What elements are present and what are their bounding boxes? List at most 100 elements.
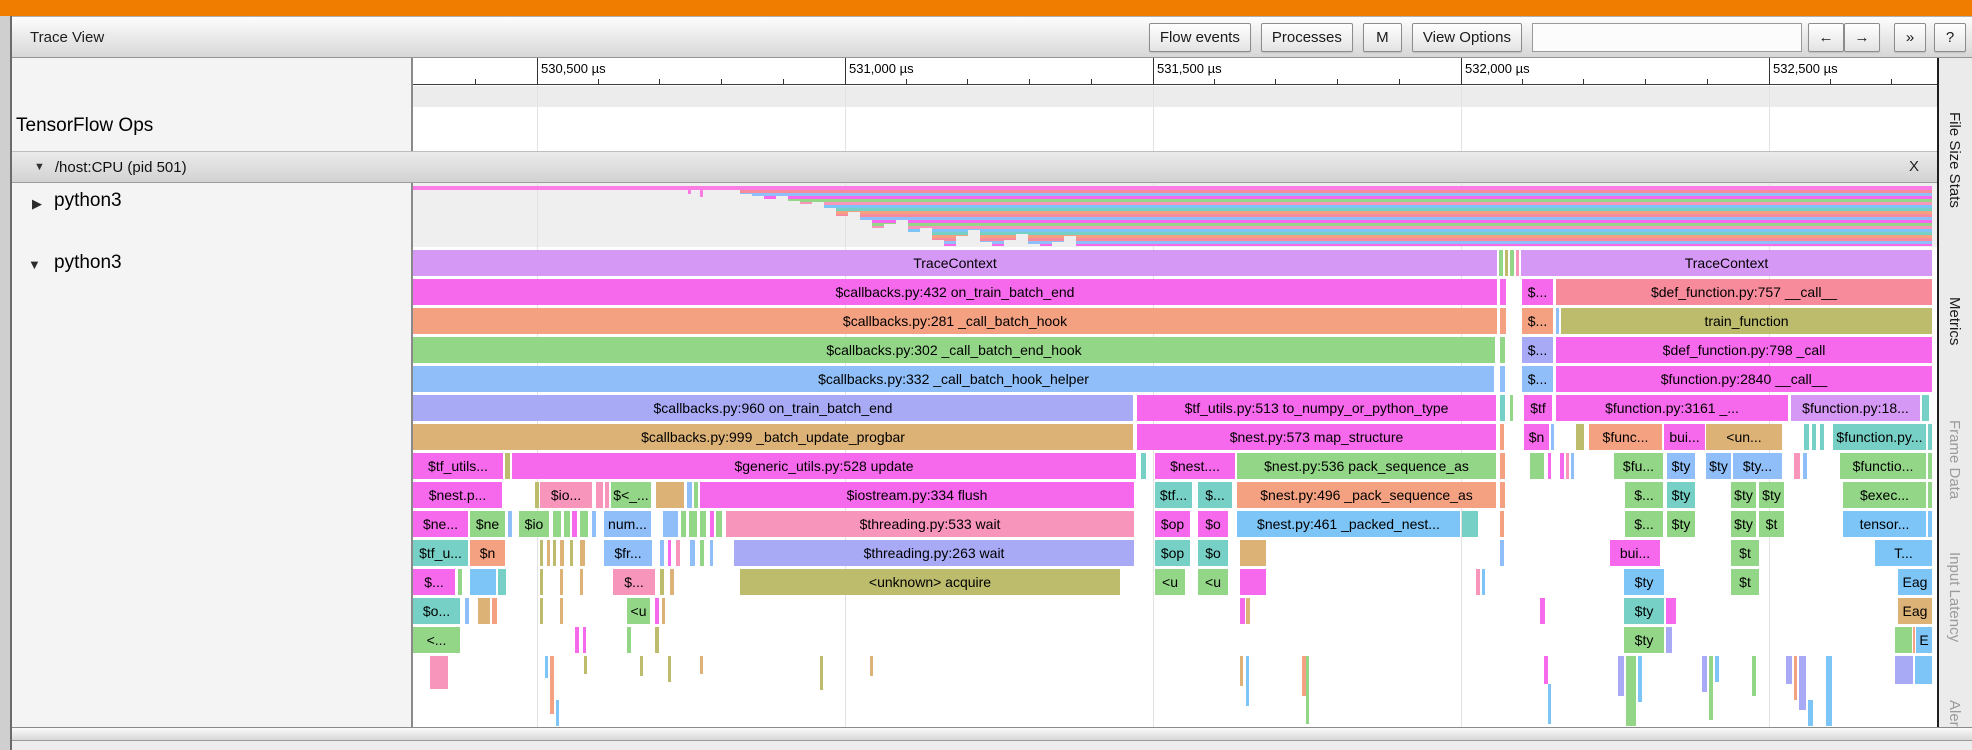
flame-segment[interactable] (465, 598, 469, 624)
flame-segment[interactable] (660, 569, 664, 595)
tab-file-size-stats[interactable]: File Size Stats (1946, 112, 1963, 208)
flame-segment[interactable]: $ne... (413, 511, 468, 537)
flame-segment[interactable] (1500, 511, 1504, 537)
flame-segment[interactable]: <... (413, 627, 460, 653)
flame-segment[interactable] (1482, 569, 1485, 595)
flame-segment[interactable] (540, 598, 543, 624)
flame-segment[interactable] (662, 598, 665, 624)
flame-segment[interactable]: bui... (1664, 424, 1705, 450)
flame-segment[interactable]: $ty (1624, 627, 1664, 653)
flame-segment[interactable] (580, 511, 588, 537)
flame-tail-bar[interactable] (430, 656, 448, 689)
view-options-button[interactable]: View Options (1411, 22, 1522, 52)
flame-segment[interactable] (1560, 453, 1564, 479)
flame-segment[interactable]: $io... (540, 482, 592, 508)
flame-segment[interactable] (1812, 424, 1816, 450)
flame-segment[interactable]: $nest.py:461 _packed_nest... (1237, 511, 1460, 537)
flame-tail-bar[interactable] (1715, 656, 1719, 682)
find-next-button[interactable]: → (1844, 22, 1880, 52)
flame-segment[interactable] (1803, 453, 1807, 479)
flame-segment[interactable] (470, 569, 496, 595)
flame-segment[interactable]: $op (1155, 511, 1190, 537)
flame-segment[interactable]: $callbacks.py:999 _batch_update_progbar (413, 424, 1133, 450)
flame-segment[interactable]: $function.py... (1833, 424, 1926, 450)
flame-segment[interactable]: $fu... (1614, 453, 1663, 479)
tab-input-latency[interactable]: Input Latency (1946, 552, 1963, 642)
flame-segment[interactable] (583, 627, 586, 653)
flame-segment[interactable] (1240, 540, 1266, 566)
flame-tail-bar[interactable] (1240, 656, 1243, 686)
flame-segment[interactable]: $... (1522, 366, 1553, 392)
flame-tail-bar[interactable] (1709, 656, 1713, 720)
flame-segment[interactable]: $callbacks.py:960 on_train_batch_end (413, 395, 1133, 421)
flame-segment[interactable]: $... (1625, 511, 1663, 537)
close-process-button[interactable]: X (1909, 158, 1919, 175)
flame-segment[interactable]: $... (1522, 337, 1553, 363)
flame-tail-bar[interactable] (556, 700, 559, 726)
flame-segment[interactable]: $ty (1759, 482, 1784, 508)
flame-segment[interactable]: T... (1875, 540, 1932, 566)
flame-segment[interactable] (1928, 482, 1932, 508)
flame-segment[interactable]: $t (1759, 511, 1784, 537)
flame-segment[interactable]: Eag (1898, 569, 1932, 595)
flame-tail-bar[interactable] (1548, 684, 1551, 724)
flame-segment[interactable] (505, 453, 510, 479)
flame-segment[interactable] (1551, 424, 1554, 450)
flame-segment[interactable]: $... (613, 569, 655, 595)
flame-segment[interactable]: <unknown> acquire (740, 569, 1120, 595)
flame-segment[interactable]: $iostream.py:334 flush (700, 482, 1134, 508)
flame-segment[interactable] (1500, 395, 1505, 421)
flame-segment[interactable]: $op (1155, 540, 1190, 566)
flame-tail-bar[interactable] (640, 656, 643, 676)
flame-segment[interactable]: $nest.... (1155, 453, 1235, 479)
flame-segment[interactable] (1476, 569, 1480, 595)
flame-segment[interactable]: $tf_u... (413, 540, 468, 566)
flame-segment[interactable]: $generic_utils.py:528 update (512, 453, 1136, 479)
flame-segment[interactable]: $threading.py:263 wait (734, 540, 1134, 566)
flame-tail-bar[interactable] (584, 656, 587, 674)
flame-segment[interactable]: $o (1198, 511, 1228, 537)
flame-segment[interactable]: $ty (1624, 598, 1664, 624)
flame-segment[interactable]: $... (1198, 482, 1232, 508)
flame-segment[interactable] (1928, 511, 1932, 537)
flame-segment[interactable] (1500, 308, 1506, 334)
flame-segment[interactable] (1510, 395, 1513, 421)
flame-segment[interactable] (580, 540, 585, 566)
flame-segment[interactable]: <un... (1706, 424, 1782, 450)
flame-segment[interactable] (1556, 308, 1559, 334)
flame-segment[interactable] (627, 627, 631, 653)
flame-segment[interactable] (564, 511, 570, 537)
help-button[interactable]: ? (1934, 22, 1966, 52)
flame-segment[interactable]: $n (470, 540, 505, 566)
flame-segment[interactable] (1516, 250, 1519, 276)
flame-segment[interactable]: <u (1198, 569, 1228, 595)
find-previous-button[interactable]: ← (1808, 22, 1844, 52)
flame-segment[interactable]: $ty (1667, 453, 1695, 479)
flame-segment[interactable] (663, 511, 678, 537)
flame-segment[interactable] (553, 540, 556, 566)
flame-segment[interactable] (1500, 540, 1504, 566)
flame-segment[interactable] (540, 540, 543, 566)
flow-events-button[interactable]: Flow events (1148, 22, 1251, 52)
flame-segment[interactable]: bui... (1610, 540, 1660, 566)
flame-segment[interactable]: $nest.py:496 _pack_sequence_as (1237, 482, 1496, 508)
flame-segment[interactable] (1510, 250, 1514, 276)
flame-segment[interactable]: $ty (1624, 569, 1664, 595)
flame-segment[interactable] (508, 511, 512, 537)
m-button[interactable]: M (1362, 22, 1402, 52)
flame-segment[interactable]: $exec... (1843, 482, 1926, 508)
flame-segment[interactable]: $tf (1524, 395, 1552, 421)
flame-segment[interactable] (700, 540, 704, 566)
flame-segment[interactable] (553, 511, 561, 537)
flame-segment[interactable]: $ty (1731, 482, 1756, 508)
flame-tail-bar[interactable] (1794, 656, 1797, 700)
flame-segment[interactable] (1240, 598, 1245, 624)
flame-segment[interactable] (498, 569, 506, 595)
flame-segment[interactable]: $t (1731, 540, 1759, 566)
flame-tail-bar[interactable] (1808, 700, 1813, 726)
flame-segment[interactable] (580, 569, 583, 595)
flame-segment[interactable] (716, 511, 722, 537)
flame-tail-bar[interactable] (870, 656, 873, 676)
more-button[interactable]: » (1894, 22, 1926, 52)
flame-segment[interactable] (656, 482, 684, 508)
